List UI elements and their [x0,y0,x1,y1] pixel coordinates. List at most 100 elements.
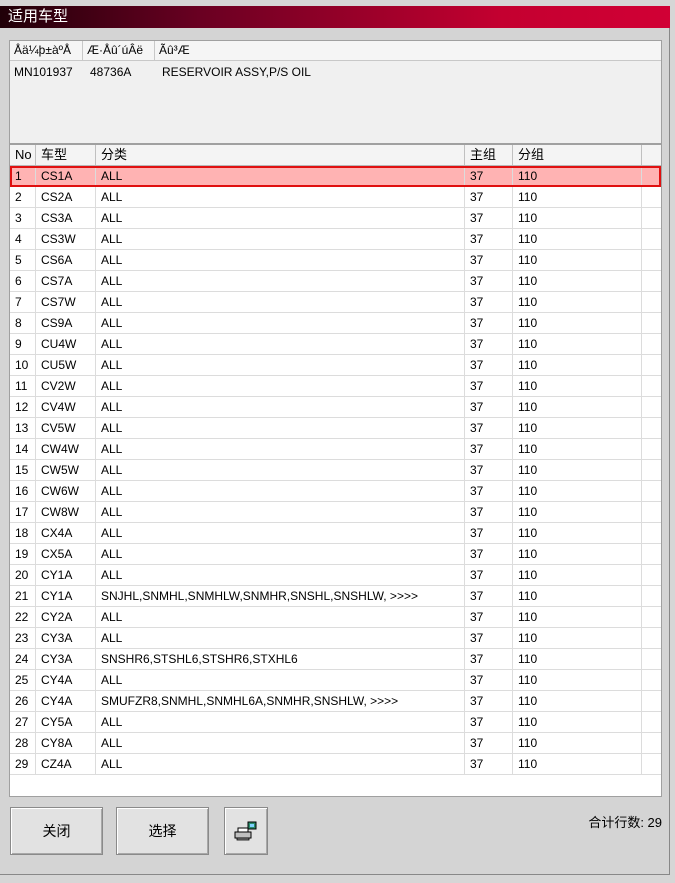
table-row[interactable]: 19 CX5A ALL 37 110 [10,544,661,565]
table-row[interactable]: 10 CU5W ALL 37 110 [10,355,661,376]
cell-category: ALL [96,292,465,312]
cell-main-group: 37 [465,754,513,774]
table-row[interactable]: 13 CV5W ALL 37 110 [10,418,661,439]
cell-sub-group: 110 [513,502,642,522]
table-row[interactable]: 17 CW8W ALL 37 110 [10,502,661,523]
table-row[interactable]: 20 CY1A ALL 37 110 [10,565,661,586]
table-row[interactable]: 24 CY3A SNSHR6,STSHL6,STSHR6,STXHL6 37 110 [10,649,661,670]
cell-sub-group: 110 [513,460,642,480]
table-row[interactable]: 9 CU4W ALL 37 110 [10,334,661,355]
cell-main-group: 37 [465,229,513,249]
cell-category: ALL [96,712,465,732]
column-header-sub-group[interactable]: 分组 [513,145,642,165]
cell-category: SNJHL,SNMHL,SNMHLW,SNMHR,SNSHL,SNSHLW, >… [96,586,465,606]
cell-model: CS7A [36,271,96,291]
cell-sub-group: 110 [513,271,642,291]
cell-no: 13 [10,418,36,438]
cell-filler [642,691,661,711]
table-row[interactable]: 14 CW4W ALL 37 110 [10,439,661,460]
cell-category: ALL [96,397,465,417]
table-row[interactable]: 1 CS1A ALL 37 110 [10,166,661,187]
cell-main-group: 37 [465,355,513,375]
table-row[interactable]: 22 CY2A ALL 37 110 [10,607,661,628]
table-row[interactable]: 3 CS3A ALL 37 110 [10,208,661,229]
cell-no: 17 [10,502,36,522]
table-row[interactable]: 8 CS9A ALL 37 110 [10,313,661,334]
window-title-bar: 适用车型 [0,6,670,28]
cell-sub-group: 110 [513,229,642,249]
table-row[interactable]: 25 CY4A ALL 37 110 [10,670,661,691]
info-header-code[interactable]: Æ·Åû´úÂë [83,41,155,60]
cell-sub-group: 110 [513,712,642,732]
table-row[interactable]: 5 CS6A ALL 37 110 [10,250,661,271]
cell-main-group: 37 [465,418,513,438]
table-row[interactable]: 26 CY4A SMUFZR8,SNMHL,SNMHL6A,SNMHR,SNSHLW… [10,691,661,712]
table-row[interactable]: 18 CX4A ALL 37 110 [10,523,661,544]
close-button[interactable]: 关闭 [10,807,103,855]
cell-main-group: 37 [465,733,513,753]
cell-filler [642,502,661,522]
cell-main-group: 37 [465,250,513,270]
table-row[interactable]: 4 CS3W ALL 37 110 [10,229,661,250]
cell-category: ALL [96,334,465,354]
column-header-category[interactable]: 分类 [96,145,465,165]
cell-main-group: 37 [465,271,513,291]
cell-model: CV2W [36,376,96,396]
table-row[interactable]: 27 CY5A ALL 37 110 [10,712,661,733]
cell-model: CU4W [36,334,96,354]
cell-filler [642,460,661,480]
cell-no: 27 [10,712,36,732]
cell-main-group: 37 [465,628,513,648]
info-header-name[interactable]: Ãû³Æ [155,41,661,60]
table-row[interactable]: 15 CW5W ALL 37 110 [10,460,661,481]
cell-sub-group: 110 [513,607,642,627]
table-row[interactable]: 29 CZ4A ALL 37 110 [10,754,661,775]
table-row[interactable]: 28 CY8A ALL 37 110 [10,733,661,754]
cell-filler [642,397,661,417]
info-header-part-no[interactable]: Åä¼þ±àºÅ [10,41,83,60]
cell-sub-group: 110 [513,397,642,417]
cell-model: CS7W [36,292,96,312]
table-row[interactable]: 23 CY3A ALL 37 110 [10,628,661,649]
cell-main-group: 37 [465,313,513,333]
cell-category: ALL [96,271,465,291]
cell-no: 23 [10,628,36,648]
part-info-row[interactable]: MN101937 48736A RESERVOIR ASSY,P/S OIL [10,61,661,83]
print-button[interactable] [224,807,268,855]
cell-category: ALL [96,208,465,228]
cell-model: CW4W [36,439,96,459]
column-header-no[interactable]: No [10,145,36,165]
cell-main-group: 37 [465,187,513,207]
cell-category: ALL [96,502,465,522]
cell-no: 21 [10,586,36,606]
cell-model: CY3A [36,649,96,669]
part-info-header: Åä¼þ±àºÅ Æ·Åû´úÂë Ãû³Æ [10,41,661,61]
table-row[interactable]: 12 CV4W ALL 37 110 [10,397,661,418]
cell-model: CW6W [36,481,96,501]
table-row[interactable]: 16 CW6W ALL 37 110 [10,481,661,502]
cell-sub-group: 110 [513,208,642,228]
cell-category: ALL [96,628,465,648]
cell-filler [642,670,661,690]
table-row[interactable]: 21 CY1A SNJHL,SNMHL,SNMHLW,SNMHR,SNSHL,SNS… [10,586,661,607]
cell-sub-group: 110 [513,166,642,186]
cell-model: CS1A [36,166,96,186]
column-header-main-group[interactable]: 主组 [465,145,513,165]
cell-filler [642,586,661,606]
select-button[interactable]: 选择 [116,807,209,855]
table-row[interactable]: 7 CS7W ALL 37 110 [10,292,661,313]
cell-filler [642,271,661,291]
column-header-model[interactable]: 车型 [36,145,96,165]
cell-main-group: 37 [465,208,513,228]
cell-sub-group: 110 [513,439,642,459]
cell-filler [642,376,661,396]
cell-no: 22 [10,607,36,627]
cell-sub-group: 110 [513,754,642,774]
table-row[interactable]: 11 CV2W ALL 37 110 [10,376,661,397]
table-row[interactable]: 6 CS7A ALL 37 110 [10,271,661,292]
cell-sub-group: 110 [513,565,642,585]
cell-filler [642,292,661,312]
table-row[interactable]: 2 CS2A ALL 37 110 [10,187,661,208]
cell-category: ALL [96,754,465,774]
cell-category: ALL [96,460,465,480]
